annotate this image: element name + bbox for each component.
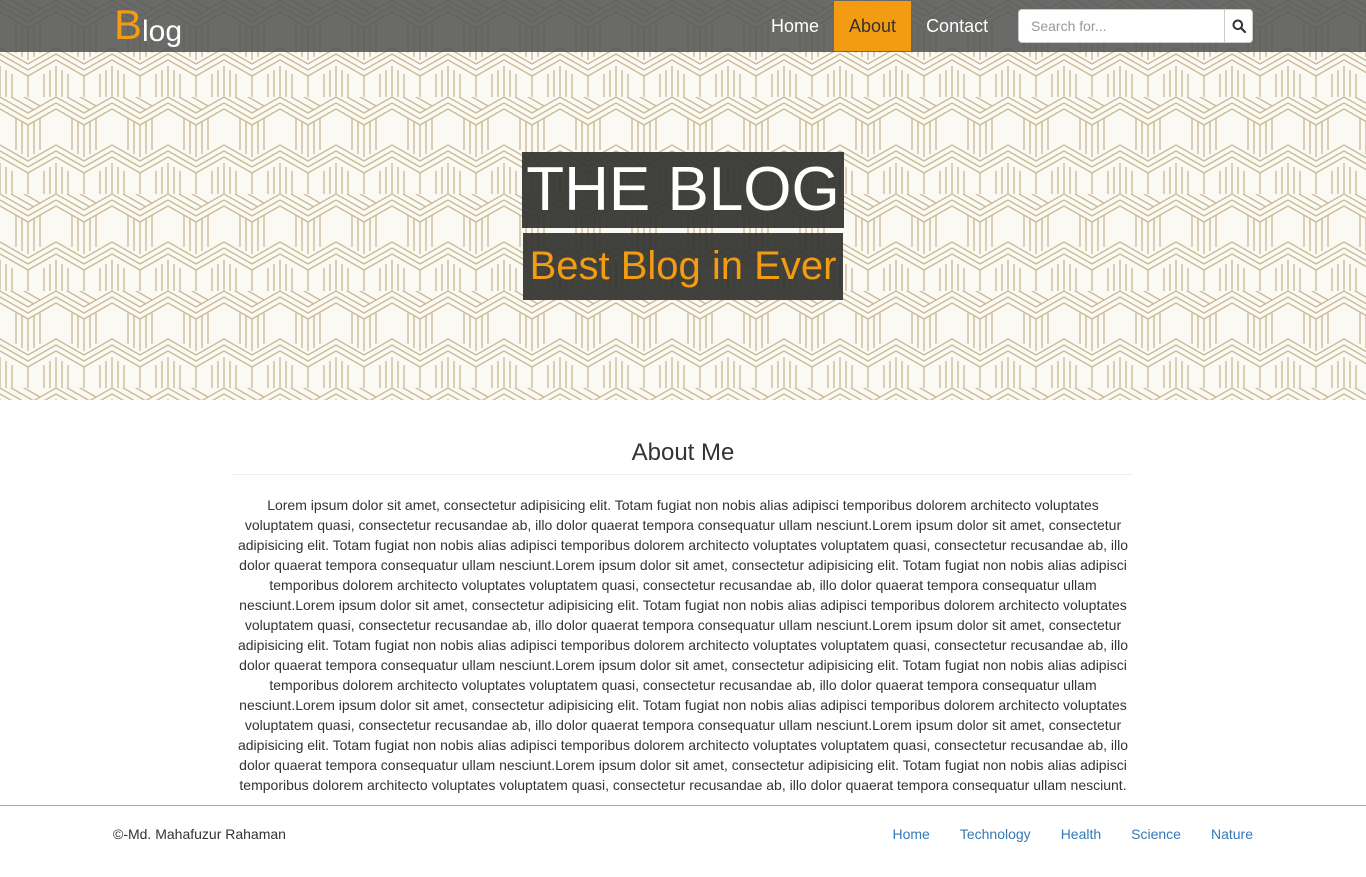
nav-item-home[interactable]: Home	[756, 1, 834, 51]
hero-title: THE BLOG	[522, 152, 844, 228]
main-nav: Home About Contact	[756, 1, 1003, 51]
search-group	[1018, 9, 1253, 43]
search-icon	[1232, 19, 1246, 33]
search-button[interactable]	[1224, 10, 1252, 42]
page-footer: ©-Md. Mahafuzur Rahaman Home Technology …	[0, 805, 1366, 877]
footer-link-home[interactable]: Home	[893, 824, 930, 844]
about-section: About Me Lorem ipsum dolor sit amet, con…	[233, 430, 1133, 795]
footer-link-science[interactable]: Science	[1131, 824, 1181, 844]
footer-link-nature[interactable]: Nature	[1211, 824, 1253, 844]
about-paragraph: Lorem ipsum dolor sit amet, consectetur …	[237, 497, 1129, 793]
search-input[interactable]	[1019, 10, 1224, 42]
footer-link-technology[interactable]: Technology	[960, 824, 1031, 844]
top-navbar: Blog Home About Contact	[0, 0, 1366, 52]
footer-link-health[interactable]: Health	[1061, 824, 1101, 844]
nav-item-about[interactable]: About	[834, 1, 912, 51]
brand-initial: B	[114, 1, 143, 48]
footer-nav: Home Technology Health Science Nature	[863, 824, 1254, 844]
hero-subtitle: Best Blog in Ever	[523, 233, 843, 300]
copyright-text: ©-Md. Mahafuzur Rahaman	[113, 826, 286, 842]
brand-text: log	[142, 15, 183, 48]
nav-item-contact[interactable]: Contact	[911, 1, 1003, 51]
brand-logo[interactable]: Blog	[114, 2, 182, 50]
about-heading: About Me	[233, 430, 1133, 475]
